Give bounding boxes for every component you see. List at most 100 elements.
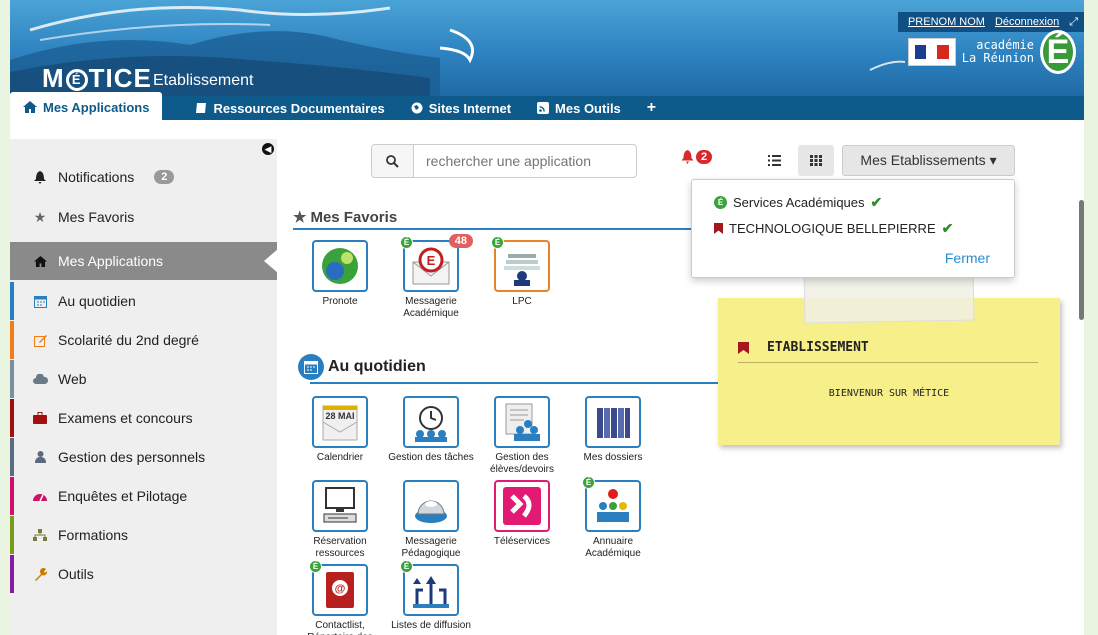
sidebar-item-label: Mes Favoris bbox=[58, 209, 135, 225]
address-book-icon: @ bbox=[326, 572, 354, 608]
close-dropdown-link[interactable]: Fermer bbox=[945, 250, 990, 266]
sidebar-item-label: Enquêtes et Pilotage bbox=[58, 488, 188, 504]
app-label: Listes de diffusion bbox=[391, 620, 471, 631]
sidebar-item-applications[interactable]: Mes Applications bbox=[10, 242, 278, 280]
etablissements-dropdown-button[interactable]: Mes Etablissements ▾ bbox=[842, 145, 1015, 176]
collapse-sidebar-icon[interactable]: ◀ bbox=[262, 143, 274, 155]
app-reservation[interactable]: Réservation ressources bbox=[294, 480, 386, 560]
nav-sites-internet[interactable]: Sites Internet bbox=[398, 96, 524, 120]
etablissements-dropdown: É Services Académiques ✔ TECHNOLOGIQUE B… bbox=[691, 179, 1015, 278]
app-gestion-eleves[interactable]: Gestion des élèves/devoirs bbox=[476, 396, 568, 476]
notifications-count-badge: 2 bbox=[154, 170, 175, 184]
app-teleservices[interactable]: Téléservices bbox=[476, 480, 568, 548]
app-label: Messagerie Pédagogique bbox=[401, 536, 461, 559]
app-messagerie-academique[interactable]: É 48 E Messagerie Académique bbox=[385, 234, 477, 320]
globe-icon bbox=[411, 102, 423, 114]
notifications-count: 2 bbox=[696, 150, 713, 164]
sidebar-item-favoris[interactable]: ★ Mes Favoris bbox=[10, 198, 277, 236]
sidebar-item-au-quotidien[interactable]: Au quotidien bbox=[10, 282, 277, 320]
sidebar-item-examens[interactable]: Examens et concours bbox=[10, 399, 277, 437]
app-label: Gestion des tâches bbox=[388, 452, 474, 463]
app-gestion-taches[interactable]: Gestion des tâches bbox=[385, 396, 477, 464]
home-icon bbox=[23, 101, 37, 113]
dropdown-item-bellepierre[interactable]: TECHNOLOGIQUE BELLEPIERRE ✔ bbox=[714, 220, 953, 237]
app-tile bbox=[494, 396, 550, 448]
computer-icon bbox=[323, 487, 357, 523]
sidebar-item-label: Mes Applications bbox=[58, 253, 164, 269]
sidebar-item-label: Examens et concours bbox=[58, 410, 193, 426]
nav-ressources-documentaires[interactable]: Ressources Documentaires bbox=[182, 96, 397, 120]
app-listes-diffusion[interactable]: É Listes de diffusion bbox=[385, 560, 477, 632]
search-input[interactable] bbox=[414, 145, 636, 177]
sidebar-item-enquetes[interactable]: Enquêtes et Pilotage bbox=[10, 477, 277, 515]
header-banner: M É TICE Etablissement PRENOM NOM Déconnex… bbox=[10, 0, 1084, 96]
academic-badge-icon: É bbox=[491, 236, 504, 249]
search-button[interactable] bbox=[372, 145, 414, 177]
star-icon: ★ bbox=[33, 208, 47, 225]
app-label: Annuaire Académique bbox=[585, 536, 641, 559]
sidebar-item-label: Formations bbox=[58, 527, 129, 543]
app-tile bbox=[312, 240, 368, 292]
app-tile: 28 MAI bbox=[312, 396, 368, 448]
sidebar-item-formations[interactable]: Formations bbox=[10, 516, 277, 554]
bell-icon bbox=[681, 150, 694, 164]
quotidien-divider bbox=[310, 382, 730, 384]
calendar-icon: 28 MAI bbox=[322, 405, 358, 441]
nav-mes-outils[interactable]: Mes Outils bbox=[524, 96, 634, 120]
logo-e-icon: É bbox=[65, 69, 88, 91]
sidebar-item-label: Scolarité du 2nd degré bbox=[58, 332, 199, 348]
favoris-title-text: Mes Favoris bbox=[310, 208, 398, 226]
app-tile: É bbox=[491, 236, 550, 292]
dashboard-icon bbox=[32, 491, 48, 501]
home-icon bbox=[32, 255, 48, 267]
cloud-icon bbox=[32, 374, 48, 384]
svg-text:E: E bbox=[427, 253, 436, 268]
sidebar-item-scolarite[interactable]: Scolarité du 2nd degré bbox=[10, 321, 277, 359]
grid-view-button[interactable] bbox=[798, 145, 834, 176]
note-title: ETABLISSEMENT bbox=[738, 340, 869, 355]
sidebar-item-outils[interactable]: Outils bbox=[10, 555, 277, 593]
sidebar-item-label: Outils bbox=[58, 566, 94, 582]
logout-link[interactable]: Déconnexion bbox=[995, 16, 1059, 28]
app-tile: É 48 E bbox=[400, 234, 473, 292]
dropdown-item-services-academiques[interactable]: É Services Académiques ✔ bbox=[714, 194, 882, 211]
search-icon bbox=[386, 154, 399, 168]
academy-logo: académie La Réunion É bbox=[907, 30, 1076, 74]
dome-icon bbox=[415, 500, 447, 523]
list-view-button[interactable] bbox=[756, 145, 792, 176]
app-pronote[interactable]: Pronote bbox=[294, 240, 386, 308]
app-label: Contactlist, Répertoire des bbox=[307, 620, 373, 635]
sidebar-item-notifications[interactable]: Notifications 2 bbox=[10, 158, 277, 196]
app-calendrier[interactable]: 28 MAI Calendrier bbox=[294, 396, 386, 464]
scrollbar[interactable] bbox=[1079, 200, 1084, 320]
app-mes-dossiers[interactable]: Mes dossiers bbox=[567, 396, 659, 464]
app-annuaire[interactable]: É Annuaire Académique bbox=[567, 476, 659, 560]
app-logo[interactable]: M É TICE bbox=[42, 63, 152, 94]
app-contactlist[interactable]: É @ Contactlist, Répertoire des bbox=[294, 560, 386, 635]
sidebar-item-web[interactable]: Web bbox=[10, 360, 277, 398]
nav-mes-applications[interactable]: Mes Applications bbox=[10, 92, 163, 120]
app-label: Pronote bbox=[322, 296, 358, 307]
app-label: Mes dossiers bbox=[583, 452, 643, 463]
academic-badge-icon: É bbox=[400, 236, 413, 249]
app-messagerie-pedagogique[interactable]: Messagerie Pédagogique bbox=[385, 480, 477, 560]
edit-icon bbox=[32, 334, 48, 347]
user-name-link[interactable]: PRENOM NOM bbox=[908, 16, 985, 28]
note-title-text: ETABLISSEMENT bbox=[767, 340, 869, 355]
sidebar-item-personnels[interactable]: Gestion des personnels bbox=[10, 438, 277, 476]
academic-badge-icon: É bbox=[309, 560, 322, 573]
quotidien-section-title: Au quotidien bbox=[298, 354, 426, 380]
academy-e-icon: É bbox=[1040, 30, 1076, 74]
bell-icon bbox=[32, 170, 48, 184]
user-bar: PRENOM NOM Déconnexion ⤢ bbox=[897, 12, 1084, 32]
expand-icon[interactable]: ⤢ bbox=[1069, 16, 1078, 29]
logo-subtitle: Etablissement bbox=[153, 72, 254, 89]
lpc-icon bbox=[504, 254, 540, 286]
nav-add-button[interactable]: + bbox=[634, 96, 669, 120]
app-lpc[interactable]: É LPC bbox=[476, 236, 568, 308]
check-icon: ✔ bbox=[941, 220, 954, 236]
directory-icon bbox=[597, 489, 629, 522]
favoris-section-title: ★ Mes Favoris bbox=[293, 208, 398, 227]
notifications-button[interactable]: 2 bbox=[681, 150, 713, 164]
app-label: Calendrier bbox=[316, 452, 364, 463]
